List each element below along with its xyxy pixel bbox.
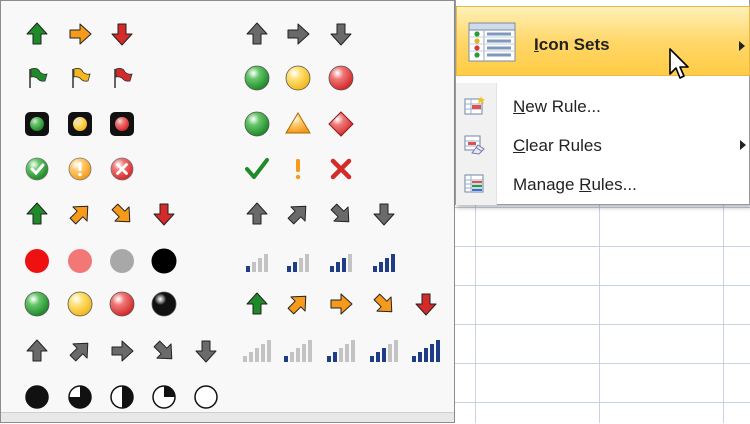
flag-yellow-icon (72, 68, 91, 88)
check-green-icon (245, 158, 269, 179)
signal-1-bar-icon (246, 254, 268, 272)
traffic-light-green-icon (25, 112, 49, 136)
arrow-down-gray-icon (195, 340, 217, 363)
signal-4-bars-icon (412, 340, 440, 362)
quarter-three-icon (68, 385, 92, 409)
menu-item-icon-sets[interactable]: Icon Sets (456, 6, 750, 76)
submenu-arrow-icon (739, 41, 745, 51)
x-red-icon (330, 158, 352, 180)
arrow-down-right-yellow-icon (373, 293, 393, 313)
circle-red-icon (109, 291, 135, 317)
arrow-down-red-icon (415, 293, 437, 316)
signal-1-bar-icon (284, 340, 312, 362)
arrow-down-right-yellow-icon (111, 203, 131, 223)
x-circle-red-icon (110, 157, 134, 181)
signal-0-bars-icon (243, 340, 271, 362)
arrow-down-red-icon (153, 203, 175, 226)
mouse-pointer-icon (669, 48, 689, 79)
manage-rules-label-prefix: Manage (513, 175, 580, 194)
circle-black-icon (151, 248, 177, 274)
clear-rules-label: Clear Rules (513, 136, 602, 156)
circle-yellow-icon (285, 65, 311, 91)
arrow-down-gray-icon (330, 23, 352, 46)
icon-sets-gallery-canvas (24, 11, 440, 411)
new-rule-accesskey: N (513, 97, 526, 116)
traffic-light-red-icon (110, 112, 134, 136)
check-circle-green-icon (25, 157, 49, 181)
arrow-down-red-icon (111, 23, 133, 46)
circle-red-icon (25, 249, 49, 273)
quarter-full-icon (25, 385, 49, 409)
circle-green-icon (244, 111, 270, 137)
quarter-empty-icon (194, 385, 218, 409)
circle-green-icon (244, 65, 270, 91)
arrow-up-green-icon (26, 22, 48, 45)
circle-yellow-icon (67, 291, 93, 317)
exclamation-circle-yellow-icon (68, 157, 92, 181)
arrow-up-gray-icon (26, 339, 48, 362)
menu-item-clear-rules[interactable]: Clear Rules (456, 126, 750, 164)
arrow-right-yellow-icon (330, 293, 353, 315)
menu-item-new-rule[interactable]: New Rule... (456, 87, 750, 125)
arrow-up-right-yellow-icon (69, 205, 89, 225)
icon-sets-icon (468, 22, 516, 62)
arrow-right-gray-icon (287, 23, 310, 45)
menu-item-manage-rules[interactable]: Manage Rules... (456, 165, 750, 203)
conditional-formatting-menu: Icon Sets New Rule... Clear Rules Manage… (455, 0, 750, 205)
clear-rules-icon (464, 135, 485, 155)
icon-sets-label: Icon Sets (534, 35, 610, 55)
arrow-up-gray-icon (246, 22, 268, 45)
circle-red-icon (328, 65, 354, 91)
arrow-up-right-gray-icon (287, 205, 307, 225)
circle-pink-icon (68, 249, 92, 273)
arrow-right-gray-icon (111, 340, 134, 362)
arrow-down-gray-icon (373, 203, 395, 226)
manage-rules-label-text: ules... (591, 175, 637, 194)
signal-2-bars-icon (327, 340, 355, 362)
flag-red-icon (114, 68, 133, 88)
arrow-up-green-icon (26, 202, 48, 225)
icon-sets-label-text: con Sets (538, 35, 610, 54)
new-rule-label-text: ew Rule... (525, 97, 601, 116)
submenu-arrow-icon (740, 140, 746, 150)
traffic-light-yellow-icon (68, 112, 92, 136)
manage-rules-label: Manage Rules... (513, 175, 637, 195)
arrow-up-green-icon (246, 292, 268, 315)
circle-gray-icon (110, 249, 134, 273)
arrow-up-gray-icon (246, 202, 268, 225)
diamond-red-icon (328, 111, 354, 137)
signal-3-bars-icon (330, 254, 352, 272)
clear-rules-label-text: lear Rules (525, 136, 602, 155)
clear-rules-accesskey: C (513, 136, 526, 155)
new-rule-icon (464, 96, 485, 115)
quarter-half-icon (110, 385, 134, 409)
flag-green-icon (29, 68, 48, 88)
signal-3-bars-icon (370, 340, 398, 362)
new-rule-label: New Rule... (513, 97, 601, 117)
arrow-down-right-gray-icon (153, 340, 173, 360)
icon-sets-gallery (0, 0, 455, 423)
arrow-up-right-yellow-icon (287, 295, 307, 315)
signal-2-bars-icon (287, 254, 309, 272)
signal-4-bars-icon (373, 254, 395, 272)
arrow-up-right-gray-icon (69, 342, 89, 362)
arrow-right-yellow-icon (69, 23, 92, 45)
gallery-bottom-edge (1, 412, 454, 422)
arrow-down-right-gray-icon (330, 203, 350, 223)
circle-green-icon (24, 291, 50, 317)
quarter-one-icon (152, 385, 176, 409)
manage-rules-icon (464, 174, 484, 193)
circle-black-icon (151, 291, 177, 317)
exclamation-yellow-icon (295, 159, 301, 180)
triangle-yellow-icon (285, 112, 311, 134)
manage-rules-accesskey: R (579, 175, 592, 194)
